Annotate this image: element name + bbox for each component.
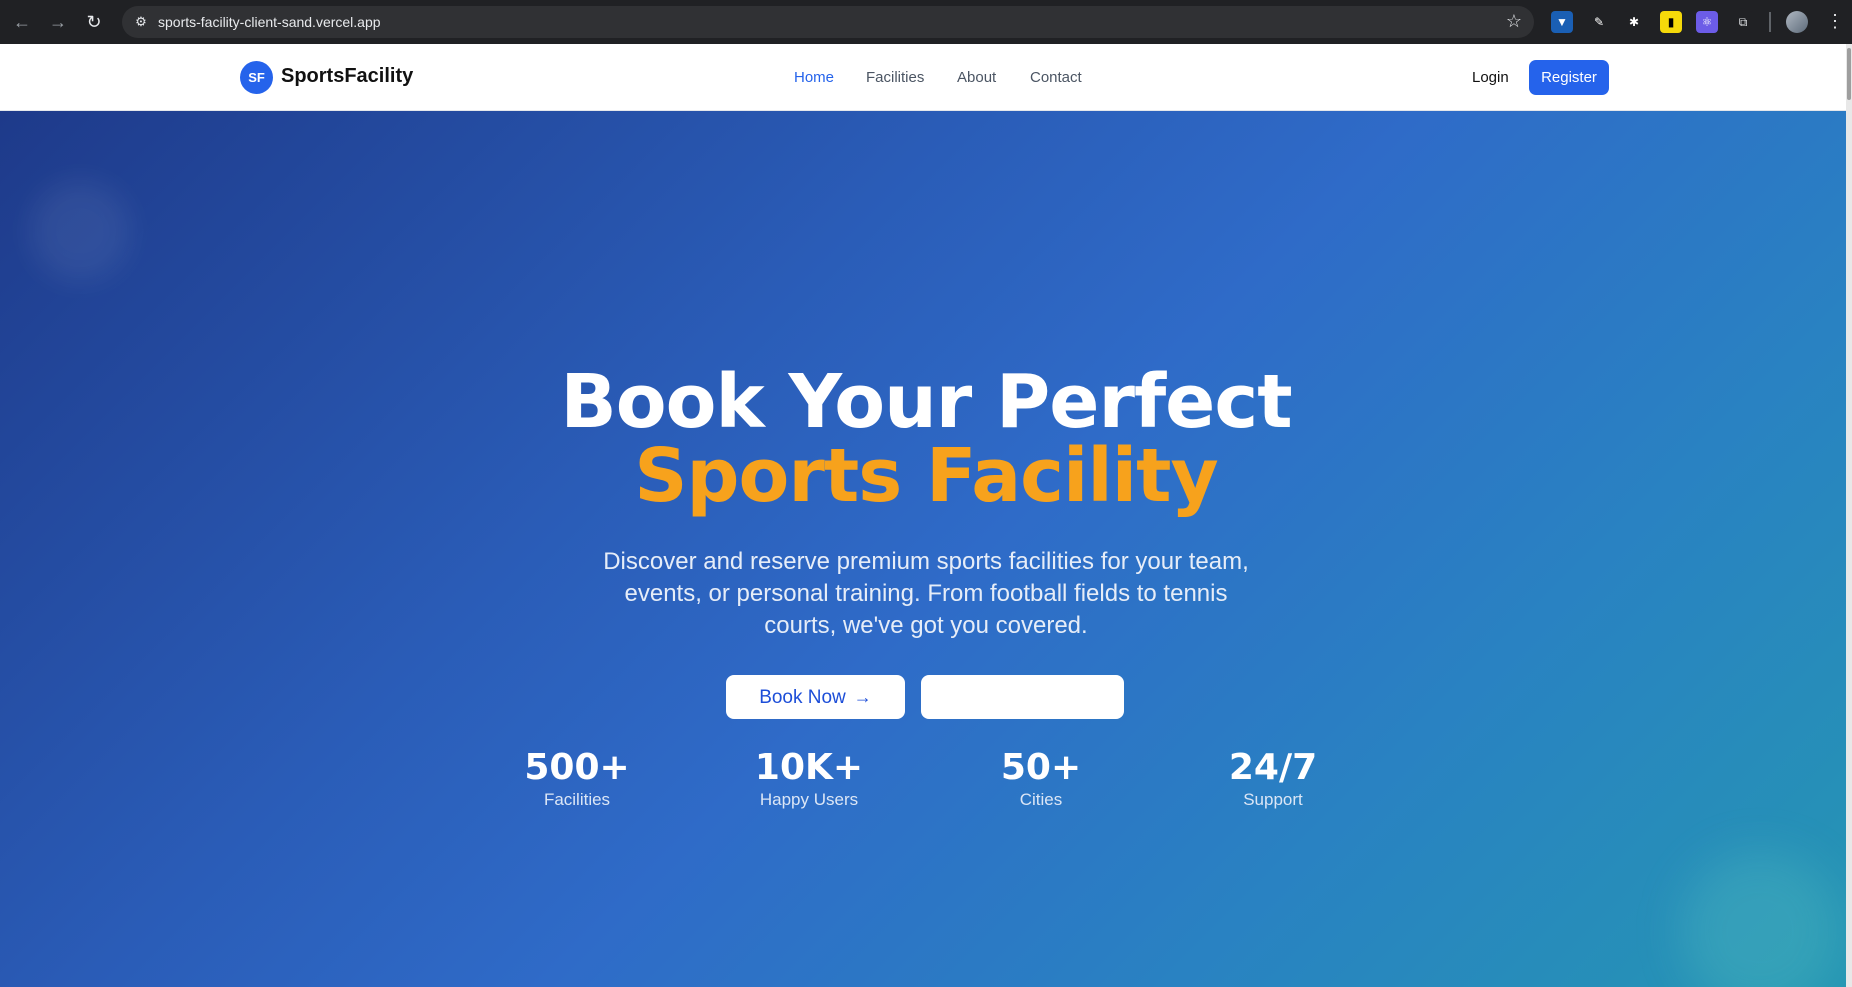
stat-label: Happy Users bbox=[759, 790, 859, 809]
nav-home[interactable]: Home bbox=[794, 69, 834, 86]
brand-name[interactable]: SportsFacility bbox=[281, 65, 413, 88]
bookmark-star-icon[interactable]: ☆ bbox=[1506, 11, 1522, 32]
stat-label: Facilities bbox=[543, 790, 611, 809]
stat-support: 24/7 Support bbox=[1163, 748, 1383, 810]
nav-facilities[interactable]: Facilities bbox=[866, 69, 924, 86]
stat-facilities: 500+ Facilities bbox=[467, 748, 687, 810]
stat-label: Support bbox=[1243, 790, 1303, 809]
nav-contact[interactable]: Contact bbox=[1030, 69, 1082, 86]
stat-cities: 50+ Cities bbox=[931, 748, 1151, 810]
reload-icon[interactable]: ↻ bbox=[82, 10, 106, 34]
page-scrollbar[interactable] bbox=[1846, 44, 1852, 987]
react-devtools-extension-icon[interactable]: ⚛ bbox=[1696, 11, 1718, 33]
browser-menu-icon[interactable]: ⋮ bbox=[1826, 8, 1844, 34]
hero-subtitle: Discover and reserve premium sports faci… bbox=[603, 548, 1249, 639]
url-text[interactable]: sports-facility-client-sand.vercel.app bbox=[158, 14, 381, 30]
book-now-button[interactable]: Book Now → bbox=[726, 675, 905, 719]
extensions-puzzle-icon[interactable]: ⧉ bbox=[1732, 11, 1754, 33]
site-info-icon[interactable]: ⚙ bbox=[132, 13, 150, 31]
secondary-button[interactable] bbox=[921, 675, 1124, 719]
register-button[interactable]: Register bbox=[1529, 60, 1609, 95]
stat-label: Cities bbox=[1019, 790, 1063, 809]
decorative-blob bbox=[1680, 851, 1840, 987]
hero-title: Book Your Perfect bbox=[560, 359, 1292, 445]
stat-value: 24/7 bbox=[1228, 747, 1318, 788]
book-now-label: Book Now bbox=[759, 687, 846, 708]
address-bar[interactable]: ⚙ sports-facility-client-sand.vercel.app… bbox=[122, 6, 1534, 38]
login-link[interactable]: Login bbox=[1472, 69, 1509, 86]
hero-title-accent: Sports Facility bbox=[634, 433, 1219, 519]
toolbar-divider bbox=[1769, 12, 1771, 32]
stat-value: 50+ bbox=[1000, 747, 1082, 788]
stat-value: 10K+ bbox=[754, 747, 864, 788]
hero-section: Book Your Perfect Sports Facility Discov… bbox=[0, 111, 1852, 987]
browser-toolbar: ← → ↻ ⚙ sports-facility-client-sand.verc… bbox=[0, 0, 1852, 44]
nav-about[interactable]: About bbox=[957, 69, 996, 86]
stat-users: 10K+ Happy Users bbox=[699, 748, 919, 810]
stat-value: 500+ bbox=[524, 747, 630, 788]
color-picker-extension-icon[interactable]: ✎ bbox=[1588, 11, 1610, 33]
profile-avatar[interactable] bbox=[1786, 11, 1808, 33]
logo-badge[interactable]: SF bbox=[240, 61, 273, 94]
arrow-right-icon: → bbox=[853, 687, 872, 707]
lighthouse-extension-icon[interactable]: ▮ bbox=[1660, 11, 1682, 33]
bitwarden-extension-icon[interactable]: ▼ bbox=[1551, 11, 1573, 33]
decorative-blob bbox=[30, 181, 130, 281]
forward-icon[interactable]: → bbox=[46, 10, 70, 34]
scrollbar-thumb[interactable] bbox=[1847, 48, 1851, 100]
back-icon[interactable]: ← bbox=[10, 10, 34, 34]
extension-icon[interactable]: ✱ bbox=[1623, 11, 1645, 33]
site-header: SF SportsFacility Home Facilities About … bbox=[0, 44, 1852, 111]
